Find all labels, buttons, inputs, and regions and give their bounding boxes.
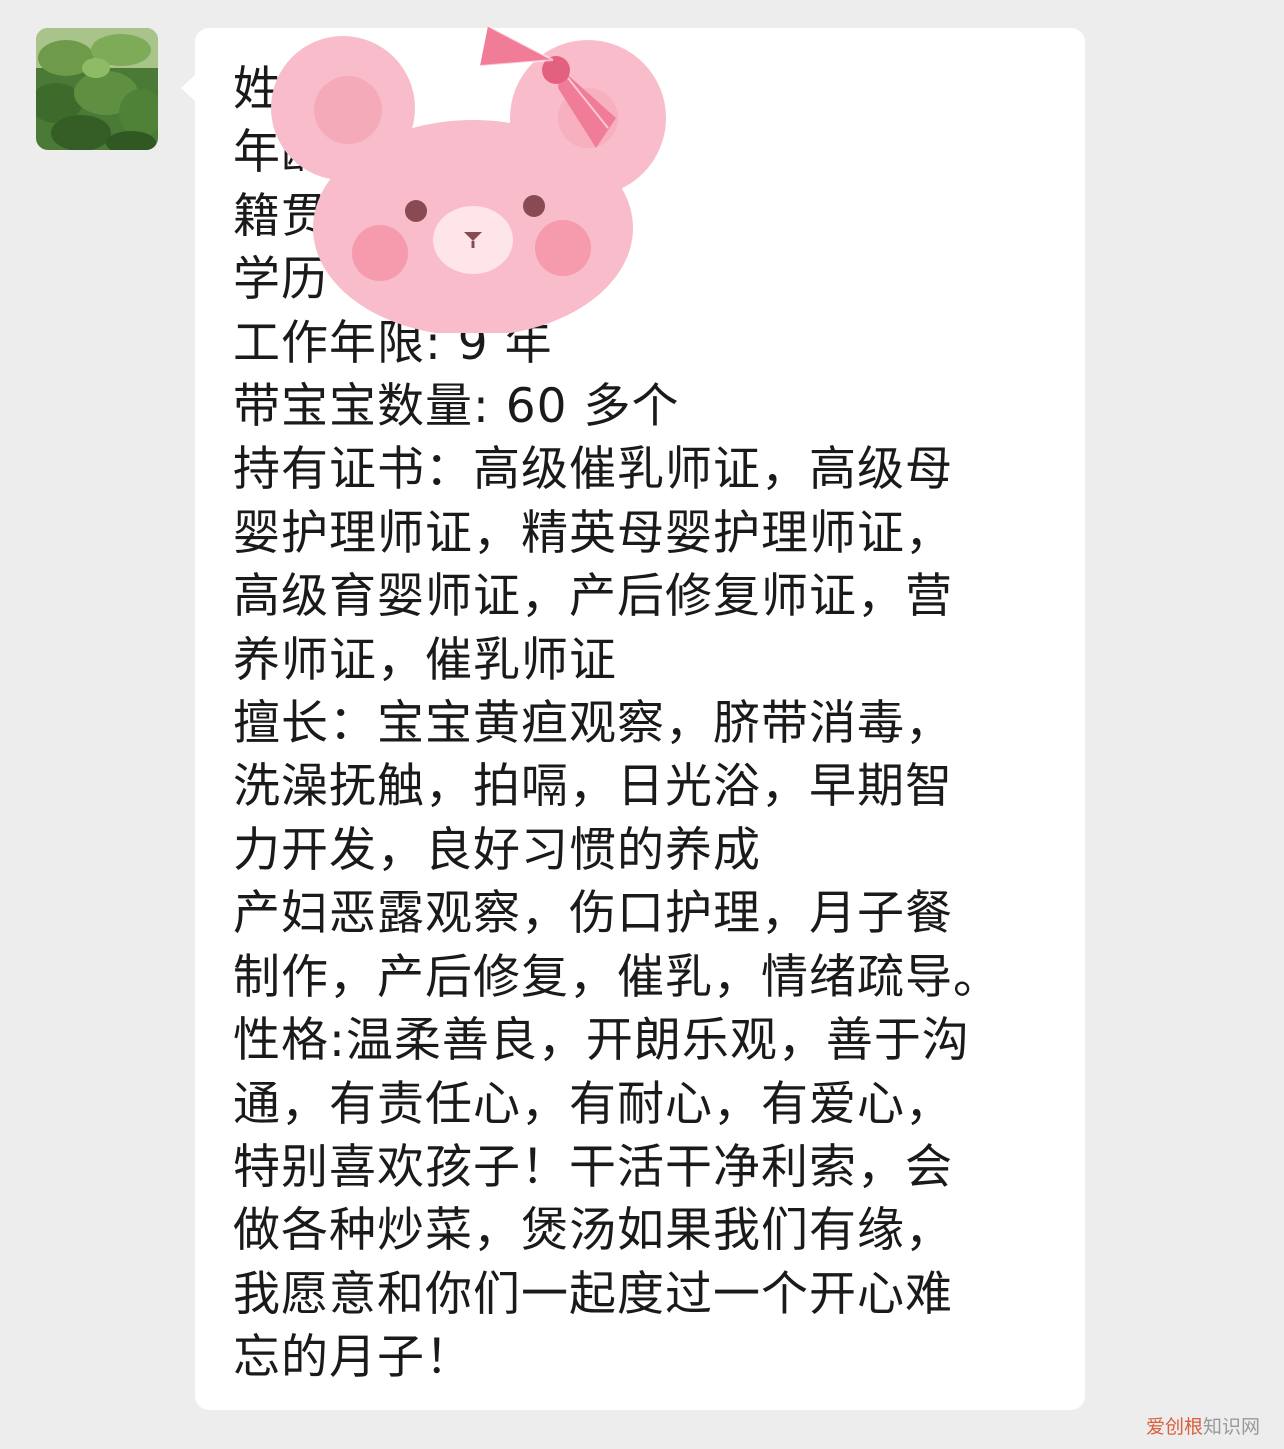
message-line: 制作，产后修复，催乳，情绪疏导。 — [233, 949, 1001, 1005]
avatar[interactable] — [36, 28, 158, 150]
message-line: 持有证书：高级催乳师证，高级母 — [233, 442, 953, 498]
pink-bear-sticker-icon — [271, 25, 666, 333]
bubble-tail — [181, 74, 196, 102]
watermark-suffix: 知识网 — [1202, 1416, 1260, 1438]
message-line: 做各种炒菜，煲汤如果我们有缘， — [233, 1203, 953, 1259]
message-line: 养师证，催乳师证 — [233, 632, 617, 688]
message-line: 高级育婴师证，产后修复师证，营 — [233, 569, 953, 625]
avatar-photo-icon — [36, 28, 158, 150]
message-line: 擅长：宝宝黄疸观察，脐带消毒， — [233, 696, 953, 752]
watermark: 爱创根知识网 — [1146, 1412, 1260, 1439]
message-line: 带宝宝数量: 60 多个 — [233, 379, 680, 435]
message-line: 特别喜欢孩子！干活干净利索，会 — [233, 1139, 953, 1195]
message-line: 通，有责任心，有耐心，有爱心， — [233, 1076, 953, 1132]
message-line: 婴护理师证，精英母婴护理师证， — [233, 505, 953, 561]
message-line: 产妇恶露观察，伤口护理，月子餐 — [233, 886, 953, 942]
message-line: 洗澡抚触，拍嗝，日光浴，早期智 — [233, 759, 953, 815]
message-line: 性格:温柔善良，开朗乐观，善于沟 — [233, 1013, 970, 1069]
message-line: 我愿意和你们一起度过一个开心难 — [233, 1266, 953, 1322]
message-line: 力开发，良好习惯的养成 — [233, 822, 761, 878]
message-line: 忘的月子！ — [233, 1330, 473, 1386]
watermark-brand: 爱创根 — [1145, 1416, 1203, 1438]
